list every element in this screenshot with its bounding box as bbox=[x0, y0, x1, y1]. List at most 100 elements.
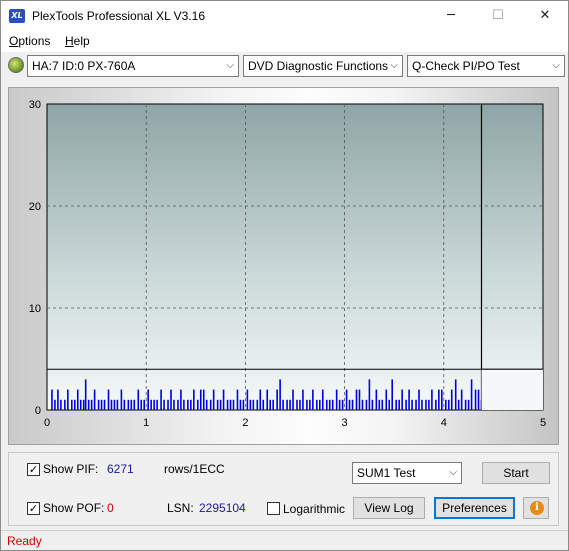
data-bar bbox=[256, 399, 259, 410]
sum-test-select[interactable]: SUM1 Test ⌵ bbox=[352, 462, 462, 484]
pi-po-chart: 0 1 2 3 4 5 0 10 20 30 bbox=[29, 99, 546, 429]
sum-test-value: SUM1 Test bbox=[357, 466, 416, 480]
data-bar bbox=[368, 379, 371, 410]
test-select[interactable]: Q-Check PI/PO Test ⌵ bbox=[407, 55, 565, 77]
drive-select[interactable]: HA:7 ID:0 PX-760A ⌵ bbox=[27, 55, 239, 77]
data-bar bbox=[130, 399, 133, 410]
data-bar bbox=[64, 399, 66, 410]
data-bar bbox=[345, 389, 348, 410]
title-bar: XL PlexTools Professional XL V3.16 ─ ☐ ✕ bbox=[1, 1, 568, 31]
data-bar bbox=[296, 399, 298, 410]
data-bar bbox=[276, 389, 278, 410]
data-bar bbox=[100, 399, 103, 410]
data-bar bbox=[133, 399, 136, 410]
y-tick-label: 0 bbox=[35, 405, 41, 417]
y-tick-label: 20 bbox=[29, 201, 41, 213]
data-bar bbox=[447, 399, 450, 410]
data-bar bbox=[216, 399, 219, 410]
data-bar bbox=[309, 399, 311, 410]
data-bar bbox=[123, 399, 126, 410]
data-bar bbox=[236, 389, 239, 410]
maximize-button[interactable]: ☐ bbox=[475, 1, 521, 31]
y-tick-label: 30 bbox=[29, 99, 41, 111]
data-bar bbox=[212, 389, 215, 410]
data-bar bbox=[54, 399, 56, 410]
data-bar bbox=[140, 399, 143, 410]
data-bar bbox=[110, 399, 113, 410]
data-bar bbox=[328, 399, 331, 410]
data-bar bbox=[425, 399, 427, 410]
data-bar bbox=[187, 399, 189, 410]
data-bar bbox=[381, 399, 384, 410]
data-bar bbox=[252, 399, 255, 410]
data-bar bbox=[454, 379, 457, 410]
function-select-value: DVD Diagnostic Functions bbox=[248, 59, 389, 73]
data-bar bbox=[405, 399, 407, 410]
data-bar bbox=[421, 399, 423, 410]
data-bar bbox=[331, 399, 334, 410]
data-bar bbox=[199, 389, 202, 410]
minimize-button[interactable]: ─ bbox=[428, 1, 474, 31]
show-pif-checkbox[interactable]: ✓ bbox=[27, 463, 40, 476]
data-bar bbox=[415, 399, 417, 410]
data-bar bbox=[269, 399, 271, 410]
data-bar bbox=[395, 399, 397, 410]
data-bar bbox=[341, 399, 344, 410]
chevron-down-icon: ⌵ bbox=[552, 60, 560, 71]
info-button[interactable]: i bbox=[523, 497, 549, 519]
data-bar bbox=[338, 399, 341, 410]
data-bar bbox=[190, 399, 192, 410]
start-button[interactable]: Start bbox=[482, 462, 550, 484]
show-pof-checkbox[interactable]: ✓ bbox=[27, 502, 40, 515]
data-bar bbox=[299, 399, 301, 410]
data-bar bbox=[242, 399, 245, 410]
data-bar bbox=[464, 399, 467, 410]
preferences-button[interactable]: Preferences bbox=[434, 497, 515, 519]
data-bar bbox=[57, 389, 59, 410]
data-bar bbox=[239, 399, 242, 410]
view-log-button[interactable]: View Log bbox=[353, 497, 425, 519]
data-bar bbox=[325, 399, 328, 410]
lsn-value: 2295104 bbox=[199, 501, 246, 515]
data-bar bbox=[470, 379, 473, 410]
data-bar bbox=[460, 389, 463, 410]
data-bar bbox=[173, 399, 175, 410]
data-bar bbox=[82, 399, 85, 410]
data-bar bbox=[351, 399, 354, 410]
data-bar bbox=[289, 399, 291, 410]
x-tick-label: 3 bbox=[342, 417, 348, 429]
data-bar bbox=[79, 399, 82, 410]
chevron-down-icon: ⌵ bbox=[449, 467, 457, 478]
logarithmic-checkbox[interactable] bbox=[267, 502, 280, 515]
data-bar bbox=[167, 399, 169, 410]
app-window: XL PlexTools Professional XL V3.16 ─ ☐ ✕… bbox=[0, 0, 569, 551]
data-bar bbox=[156, 399, 158, 410]
data-bar bbox=[51, 389, 53, 410]
data-bar bbox=[209, 399, 212, 410]
data-bar bbox=[474, 389, 477, 410]
data-bar bbox=[365, 399, 368, 410]
data-bar bbox=[180, 389, 182, 410]
close-button[interactable]: ✕ bbox=[522, 1, 568, 31]
x-tick-label: 4 bbox=[441, 417, 447, 429]
drive-status-icon bbox=[8, 57, 24, 73]
x-tick-label: 0 bbox=[44, 417, 50, 429]
data-bar bbox=[391, 379, 394, 410]
data-bar bbox=[107, 389, 110, 410]
menu-help[interactable]: Help bbox=[65, 34, 90, 48]
data-bar bbox=[457, 399, 460, 410]
menu-options[interactable]: Options bbox=[9, 34, 50, 48]
test-select-value: Q-Check PI/PO Test bbox=[412, 59, 520, 73]
data-bar bbox=[385, 389, 388, 410]
data-bar bbox=[170, 389, 172, 410]
drive-select-value: HA:7 ID:0 PX-760A bbox=[32, 59, 136, 73]
data-bar bbox=[259, 389, 262, 410]
data-bar bbox=[87, 399, 90, 410]
chart-panel: 0 1 2 3 4 5 0 10 20 30 bbox=[8, 87, 559, 445]
x-tick-label: 1 bbox=[143, 417, 149, 429]
data-bar bbox=[147, 389, 149, 410]
data-bar bbox=[143, 399, 146, 410]
menu-options-mnemonic: O bbox=[9, 34, 19, 48]
function-select[interactable]: DVD Diagnostic Functions ⌵ bbox=[243, 55, 403, 77]
y-tick-label: 10 bbox=[29, 303, 41, 315]
